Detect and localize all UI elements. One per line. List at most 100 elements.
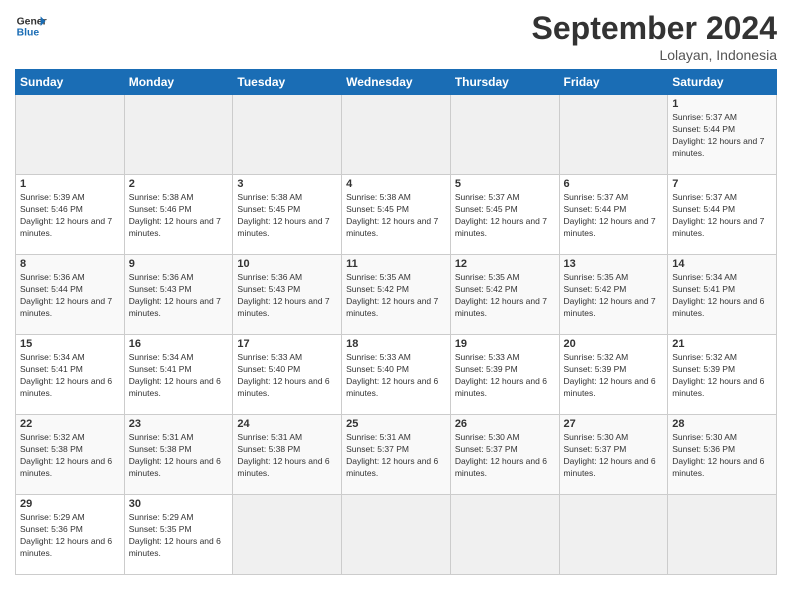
calendar-cell: 20 Sunrise: 5:32 AM Sunset: 5:39 PM Dayl…	[559, 335, 668, 415]
calendar-cell: 18 Sunrise: 5:33 AM Sunset: 5:40 PM Dayl…	[342, 335, 451, 415]
day-number: 24	[237, 418, 337, 430]
calendar-cell: 26 Sunrise: 5:30 AM Sunset: 5:37 PM Dayl…	[450, 415, 559, 495]
sunset: Sunset: 5:40 PM	[346, 364, 409, 374]
col-wednesday: Wednesday	[342, 70, 451, 95]
calendar-cell: 1 Sunrise: 5:39 AM Sunset: 5:46 PM Dayli…	[16, 175, 125, 255]
cell-content: Sunrise: 5:37 AM Sunset: 5:44 PM Dayligh…	[564, 192, 664, 240]
sunrise: Sunrise: 5:37 AM	[564, 192, 629, 202]
sunrise: Sunrise: 5:32 AM	[672, 352, 737, 362]
cell-content: Sunrise: 5:39 AM Sunset: 5:46 PM Dayligh…	[20, 192, 120, 240]
daylight: Daylight: 12 hours and 7 minutes.	[237, 216, 329, 238]
sunrise: Sunrise: 5:35 AM	[346, 272, 411, 282]
cell-content: Sunrise: 5:37 AM Sunset: 5:44 PM Dayligh…	[672, 192, 772, 240]
calendar-cell	[16, 95, 125, 175]
col-friday: Friday	[559, 70, 668, 95]
calendar-week-3: 15 Sunrise: 5:34 AM Sunset: 5:41 PM Dayl…	[16, 335, 777, 415]
sunset: Sunset: 5:37 PM	[564, 444, 627, 454]
calendar-cell: 23 Sunrise: 5:31 AM Sunset: 5:38 PM Dayl…	[124, 415, 233, 495]
day-number: 26	[455, 418, 555, 430]
sunrise: Sunrise: 5:31 AM	[237, 432, 302, 442]
sunrise: Sunrise: 5:30 AM	[564, 432, 629, 442]
calendar-week-4: 22 Sunrise: 5:32 AM Sunset: 5:38 PM Dayl…	[16, 415, 777, 495]
sunrise: Sunrise: 5:34 AM	[129, 352, 194, 362]
day-number: 29	[20, 498, 120, 510]
sunset: Sunset: 5:37 PM	[346, 444, 409, 454]
day-number: 22	[20, 418, 120, 430]
cell-content: Sunrise: 5:32 AM Sunset: 5:39 PM Dayligh…	[564, 352, 664, 400]
cell-content: Sunrise: 5:38 AM Sunset: 5:46 PM Dayligh…	[129, 192, 229, 240]
sunset: Sunset: 5:44 PM	[564, 204, 627, 214]
sunset: Sunset: 5:46 PM	[129, 204, 192, 214]
sunrise: Sunrise: 5:31 AM	[346, 432, 411, 442]
calendar-cell: 12 Sunrise: 5:35 AM Sunset: 5:42 PM Dayl…	[450, 255, 559, 335]
daylight: Daylight: 12 hours and 6 minutes.	[237, 456, 329, 478]
sunrise: Sunrise: 5:38 AM	[129, 192, 194, 202]
calendar-cell: 8 Sunrise: 5:36 AM Sunset: 5:44 PM Dayli…	[16, 255, 125, 335]
sunrise: Sunrise: 5:29 AM	[129, 512, 194, 522]
sunrise: Sunrise: 5:34 AM	[672, 272, 737, 282]
calendar-cell	[233, 95, 342, 175]
cell-content: Sunrise: 5:36 AM Sunset: 5:43 PM Dayligh…	[129, 272, 229, 320]
sunset: Sunset: 5:46 PM	[20, 204, 83, 214]
daylight: Daylight: 12 hours and 6 minutes.	[129, 376, 221, 398]
sunset: Sunset: 5:44 PM	[672, 124, 735, 134]
sunrise: Sunrise: 5:31 AM	[129, 432, 194, 442]
cell-content: Sunrise: 5:35 AM Sunset: 5:42 PM Dayligh…	[564, 272, 664, 320]
cell-content: Sunrise: 5:33 AM Sunset: 5:40 PM Dayligh…	[346, 352, 446, 400]
calendar-cell: 1 Sunrise: 5:37 AM Sunset: 5:44 PM Dayli…	[668, 95, 777, 175]
sunrise: Sunrise: 5:35 AM	[455, 272, 520, 282]
day-number: 19	[455, 338, 555, 350]
calendar-cell	[450, 495, 559, 575]
sunrise: Sunrise: 5:30 AM	[672, 432, 737, 442]
calendar-week-1: 1 Sunrise: 5:39 AM Sunset: 5:46 PM Dayli…	[16, 175, 777, 255]
sunrise: Sunrise: 5:36 AM	[237, 272, 302, 282]
sunset: Sunset: 5:38 PM	[20, 444, 83, 454]
sunrise: Sunrise: 5:33 AM	[237, 352, 302, 362]
sunset: Sunset: 5:35 PM	[129, 524, 192, 534]
calendar-cell: 19 Sunrise: 5:33 AM Sunset: 5:39 PM Dayl…	[450, 335, 559, 415]
calendar-cell: 11 Sunrise: 5:35 AM Sunset: 5:42 PM Dayl…	[342, 255, 451, 335]
svg-text:Blue: Blue	[17, 28, 40, 39]
day-number: 1	[20, 178, 120, 190]
header-area: General Blue September 2024 Lolayan, Ind…	[15, 10, 777, 63]
month-title: September 2024	[532, 10, 777, 47]
cell-content: Sunrise: 5:31 AM Sunset: 5:37 PM Dayligh…	[346, 432, 446, 480]
sunset: Sunset: 5:45 PM	[455, 204, 518, 214]
sunrise: Sunrise: 5:36 AM	[20, 272, 85, 282]
daylight: Daylight: 12 hours and 7 minutes.	[672, 216, 764, 238]
calendar-cell: 16 Sunrise: 5:34 AM Sunset: 5:41 PM Dayl…	[124, 335, 233, 415]
sunset: Sunset: 5:40 PM	[237, 364, 300, 374]
day-number: 30	[129, 498, 229, 510]
sunset: Sunset: 5:41 PM	[129, 364, 192, 374]
day-number: 18	[346, 338, 446, 350]
daylight: Daylight: 12 hours and 7 minutes.	[129, 216, 221, 238]
col-sunday: Sunday	[16, 70, 125, 95]
sunrise: Sunrise: 5:33 AM	[455, 352, 520, 362]
sunset: Sunset: 5:41 PM	[672, 284, 735, 294]
cell-content: Sunrise: 5:35 AM Sunset: 5:42 PM Dayligh…	[455, 272, 555, 320]
daylight: Daylight: 12 hours and 7 minutes.	[564, 296, 656, 318]
calendar-cell	[668, 495, 777, 575]
sunrise: Sunrise: 5:39 AM	[20, 192, 85, 202]
day-number: 28	[672, 418, 772, 430]
day-number: 13	[564, 258, 664, 270]
sunrise: Sunrise: 5:32 AM	[20, 432, 85, 442]
col-tuesday: Tuesday	[233, 70, 342, 95]
daylight: Daylight: 12 hours and 7 minutes.	[564, 216, 656, 238]
calendar-week-0: 1 Sunrise: 5:37 AM Sunset: 5:44 PM Dayli…	[16, 95, 777, 175]
logo: General Blue	[15, 10, 47, 42]
cell-content: Sunrise: 5:29 AM Sunset: 5:35 PM Dayligh…	[129, 512, 229, 560]
daylight: Daylight: 12 hours and 6 minutes.	[455, 456, 547, 478]
daylight: Daylight: 12 hours and 6 minutes.	[672, 456, 764, 478]
calendar-cell: 14 Sunrise: 5:34 AM Sunset: 5:41 PM Dayl…	[668, 255, 777, 335]
day-number: 25	[346, 418, 446, 430]
daylight: Daylight: 12 hours and 7 minutes.	[20, 296, 112, 318]
cell-content: Sunrise: 5:35 AM Sunset: 5:42 PM Dayligh…	[346, 272, 446, 320]
calendar-cell: 24 Sunrise: 5:31 AM Sunset: 5:38 PM Dayl…	[233, 415, 342, 495]
sunset: Sunset: 5:38 PM	[129, 444, 192, 454]
location: Lolayan, Indonesia	[532, 47, 777, 63]
sunset: Sunset: 5:42 PM	[455, 284, 518, 294]
calendar-cell: 4 Sunrise: 5:38 AM Sunset: 5:45 PM Dayli…	[342, 175, 451, 255]
day-number: 7	[672, 178, 772, 190]
calendar-cell	[342, 495, 451, 575]
